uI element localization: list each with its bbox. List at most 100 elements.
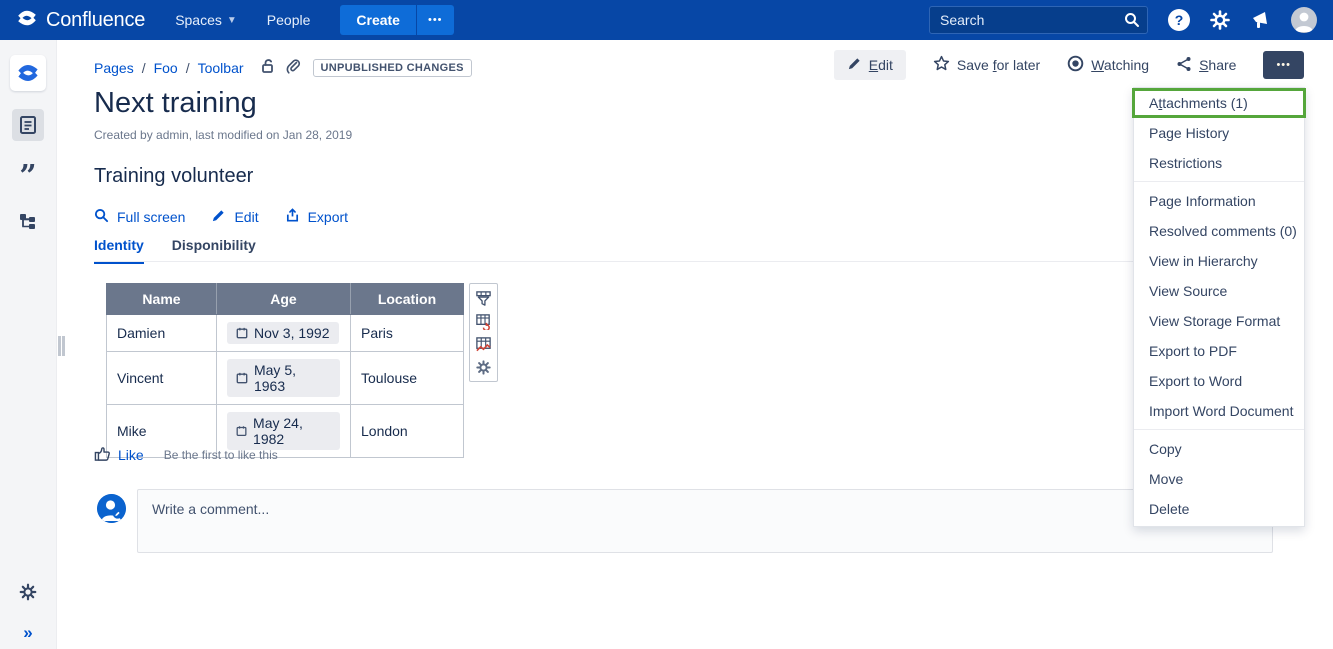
sidebar-resize-handle[interactable] — [58, 336, 65, 356]
breadcrumb: Pages / Foo / Toolbar UNPUBLISHED CHA — [94, 58, 472, 77]
page-title: Next training — [94, 87, 257, 120]
table-tabs: Identity Disponibility — [94, 237, 256, 264]
menu-item-export-to-pdf[interactable]: Export to PDF — [1134, 336, 1304, 366]
share-icon — [1176, 56, 1192, 75]
breadcrumb-pages[interactable]: Pages — [94, 60, 134, 76]
menu-item-restrictions[interactable]: Restrictions — [1134, 148, 1304, 178]
menu-divider — [1134, 181, 1304, 182]
calendar-icon — [236, 327, 248, 339]
table-row: Vincent May 5, 1963 Toulouse — [107, 352, 464, 405]
breadcrumb-separator: / — [142, 60, 146, 76]
unrestricted-lock-icon[interactable] — [260, 58, 276, 77]
calendar-icon — [236, 372, 248, 384]
calendar-icon — [236, 425, 247, 437]
share-button[interactable]: Share — [1176, 56, 1236, 75]
confluence-home-link[interactable]: Confluence — [16, 7, 145, 34]
date-field[interactable]: Nov 3, 1992 — [227, 322, 339, 344]
like-button[interactable]: Like — [94, 445, 144, 465]
breadcrumb-toolbar[interactable]: Toolbar — [198, 60, 244, 76]
cell-location: Paris — [351, 315, 464, 352]
comment-editor — [137, 489, 1273, 553]
search-icon[interactable] — [1124, 12, 1140, 33]
like-hint: Be the first to like this — [164, 448, 278, 462]
date-field[interactable]: May 5, 1963 — [227, 359, 340, 397]
like-section: Like Be the first to like this — [94, 445, 278, 465]
breadcrumb-icons — [260, 58, 301, 77]
menu-item-move[interactable]: Move — [1134, 464, 1304, 494]
watching-button[interactable]: Watching — [1067, 55, 1149, 75]
page-action-bar: Edit Save for later Watching — [834, 50, 1304, 80]
search-box — [929, 6, 1148, 34]
confluence-logo-icon — [16, 7, 38, 34]
star-icon — [933, 55, 950, 75]
announcement-icon[interactable] — [1250, 9, 1272, 31]
menu-divider — [1134, 429, 1304, 430]
page-byline: Created by admin, last modified on Jan 2… — [94, 128, 352, 142]
table-edit-link[interactable]: Edit — [211, 208, 258, 226]
cell-age: Nov 3, 1992 — [217, 315, 351, 352]
tab-identity[interactable]: Identity — [94, 237, 144, 264]
sidebar-expand-icon[interactable]: » — [23, 623, 32, 643]
column-header-name: Name — [107, 284, 217, 315]
help-glyph: ? — [1168, 9, 1190, 31]
refresh-table-icon[interactable] — [474, 311, 494, 331]
admin-gear-icon[interactable] — [1209, 9, 1231, 31]
edit-button[interactable]: Edit — [834, 50, 906, 80]
help-icon[interactable]: ? — [1168, 9, 1190, 31]
nav-spaces-label: Spaces — [175, 12, 222, 28]
export-icon — [285, 208, 300, 226]
page-tools-more-button[interactable]: ••• — [1263, 51, 1304, 79]
table-header-row: Name Age Location — [107, 284, 464, 315]
sidebar-item-hierarchy[interactable] — [12, 205, 44, 237]
cell-age: May 5, 1963 — [217, 352, 351, 405]
save-for-later-button[interactable]: Save for later — [933, 55, 1040, 75]
tab-divider — [94, 261, 1274, 262]
create-button[interactable]: Create — [340, 5, 416, 35]
menu-item-view-storage-format[interactable]: View Storage Format — [1134, 306, 1304, 336]
search-input[interactable] — [929, 6, 1148, 34]
space-logo[interactable] — [10, 55, 46, 91]
pencil-icon — [847, 56, 862, 74]
chart-from-table-icon[interactable] — [474, 334, 494, 354]
sidebar-item-blog-icon[interactable]: ” — [19, 167, 36, 187]
space-settings-gear-icon[interactable] — [18, 582, 38, 607]
space-sidebar: ” » — [0, 40, 57, 649]
breadcrumb-foo[interactable]: Foo — [154, 60, 178, 76]
like-label: Like — [118, 447, 144, 463]
menu-item-page-information[interactable]: Page Information — [1134, 186, 1304, 216]
confluence-app: Confluence Spaces ▼ People Create ••• ? — [0, 0, 1333, 649]
menu-item-delete[interactable]: Delete — [1134, 494, 1304, 524]
cell-name: Damien — [107, 315, 217, 352]
breadcrumb-separator: / — [186, 60, 190, 76]
table-settings-gear-icon[interactable] — [474, 357, 494, 377]
export-link[interactable]: Export — [285, 208, 348, 226]
tab-disponibility[interactable]: Disponibility — [172, 237, 256, 264]
table-side-toolbar — [469, 283, 498, 382]
nav-people[interactable]: People — [267, 12, 311, 28]
training-table: Name Age Location Damien — [106, 283, 464, 458]
section-heading: Training volunteer — [94, 165, 253, 188]
menu-item-view-source[interactable]: View Source — [1134, 276, 1304, 306]
menu-item-resolved-comments[interactable]: Resolved comments (0) — [1134, 216, 1304, 246]
create-more-button[interactable]: ••• — [417, 5, 454, 35]
user-avatar[interactable] — [1291, 7, 1317, 33]
cell-location: Toulouse — [351, 352, 464, 405]
menu-item-view-in-hierarchy[interactable]: View in Hierarchy — [1134, 246, 1304, 276]
comment-input[interactable] — [138, 490, 1272, 552]
menu-item-attachments[interactable]: Attachments (1) — [1132, 88, 1306, 118]
menu-item-export-to-word[interactable]: Export to Word — [1134, 366, 1304, 396]
chevron-down-icon: ▼ — [227, 15, 237, 26]
menu-item-import-word-document[interactable]: Import Word Document — [1134, 396, 1304, 426]
filter-table-icon[interactable] — [474, 288, 494, 308]
menu-item-page-history[interactable]: Page History — [1134, 118, 1304, 148]
magnifier-icon — [94, 208, 109, 226]
top-navigation: Confluence Spaces ▼ People Create ••• ? — [0, 0, 1333, 40]
nav-spaces[interactable]: Spaces ▼ — [175, 12, 237, 28]
thumbs-up-icon — [94, 445, 111, 465]
nav-people-label: People — [267, 12, 311, 28]
menu-item-copy[interactable]: Copy — [1134, 434, 1304, 464]
sidebar-item-pages[interactable] — [12, 109, 44, 141]
full-screen-link[interactable]: Full screen — [94, 208, 185, 226]
column-header-location: Location — [351, 284, 464, 315]
attachments-paperclip-icon[interactable] — [285, 58, 301, 77]
